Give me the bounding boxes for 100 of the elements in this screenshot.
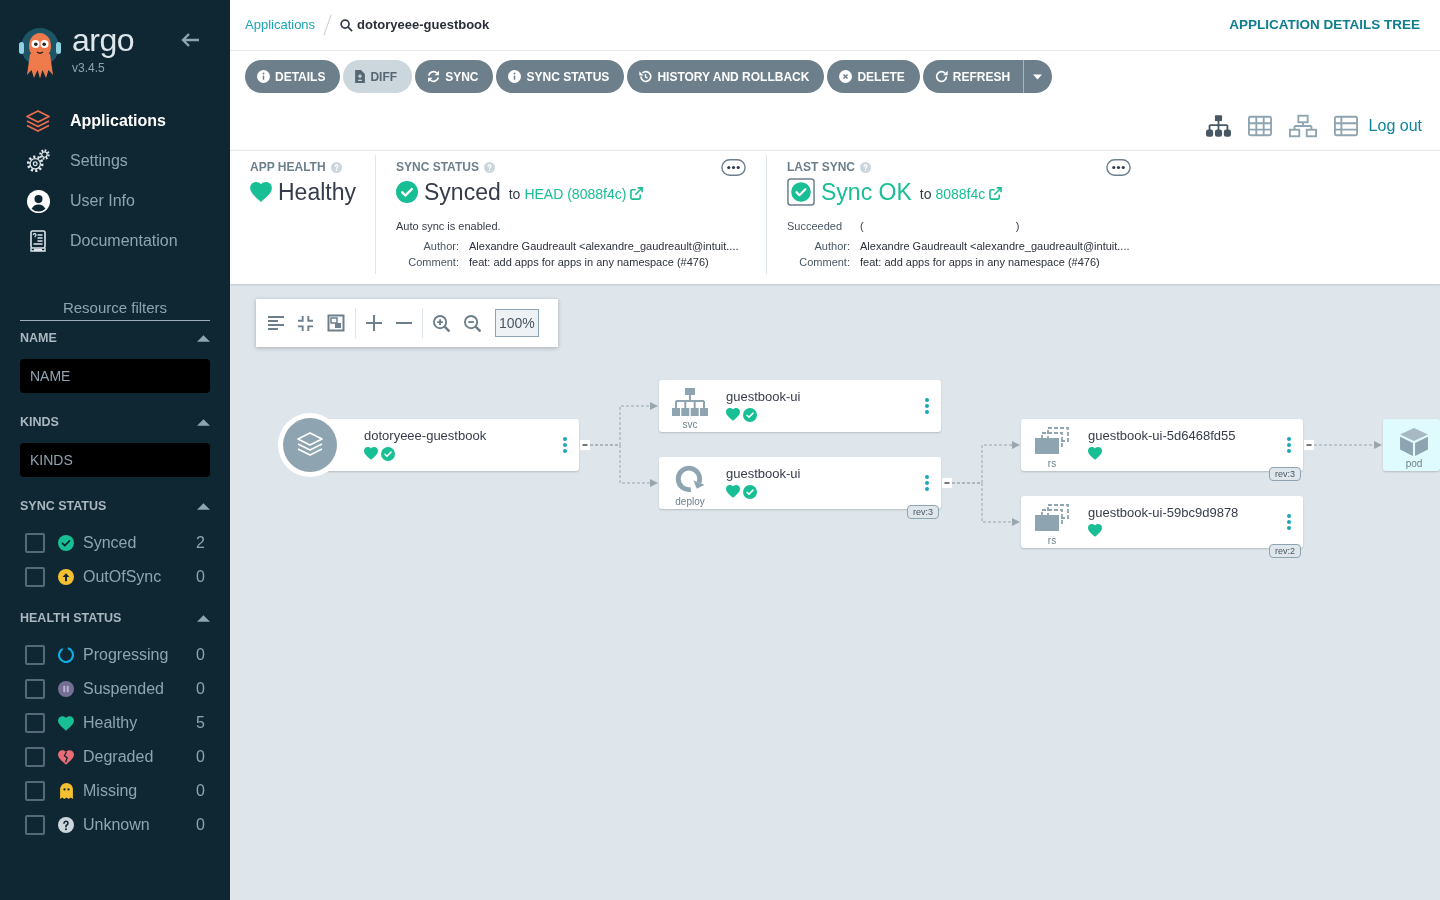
revision-link[interactable]: 8088f4c bbox=[935, 184, 986, 205]
checkbox[interactable] bbox=[25, 713, 45, 733]
count-text: 0 bbox=[196, 747, 205, 767]
sync-status-button[interactable]: SYNC STATUS bbox=[496, 60, 625, 93]
check-circle-icon bbox=[396, 181, 418, 203]
caret-up-icon[interactable] bbox=[197, 614, 210, 622]
sidebar-item[interactable]: Applications bbox=[0, 101, 166, 141]
to-text: to bbox=[508, 185, 521, 204]
more-options-icon[interactable] bbox=[1106, 158, 1131, 176]
sidebar-item[interactable]: Settings bbox=[0, 141, 128, 181]
filter-input-field[interactable]: NAME bbox=[20, 359, 210, 393]
kebab-menu-icon[interactable] bbox=[925, 475, 929, 491]
heart-icon bbox=[1088, 447, 1102, 460]
zoom-in-icon[interactable] bbox=[433, 314, 450, 332]
count-text: 5 bbox=[196, 713, 205, 733]
kebab-menu-icon[interactable] bbox=[563, 437, 567, 453]
checkbox[interactable] bbox=[25, 747, 45, 767]
node-name: guestbook-ui bbox=[726, 466, 802, 481]
dropdown-button[interactable] bbox=[1023, 60, 1053, 93]
compress-icon[interactable] bbox=[298, 315, 313, 331]
caret-up-icon[interactable] bbox=[197, 334, 210, 342]
filter-option-label: Progressing bbox=[83, 645, 169, 665]
detail-value: feat: add apps for apps in any namespace (#476) bbox=[469, 255, 710, 270]
caret-up-icon[interactable] bbox=[197, 502, 210, 510]
circular-arrow-icon bbox=[675, 465, 705, 493]
kebab-menu-icon[interactable] bbox=[1287, 514, 1291, 530]
checkbox[interactable] bbox=[25, 533, 45, 553]
sync-message: Auto sync is enabled. bbox=[396, 220, 501, 232]
checkbox[interactable] bbox=[25, 679, 45, 699]
revision-badge: rev:3 bbox=[1269, 467, 1301, 481]
network-view-icon[interactable] bbox=[1288, 114, 1317, 138]
kebab-menu-icon[interactable] bbox=[1287, 437, 1291, 453]
checkbox[interactable] bbox=[25, 567, 45, 587]
stacked-boxes-icon bbox=[1034, 427, 1070, 455]
sidebar-item[interactable]: Documentation bbox=[0, 221, 178, 261]
ring-icon bbox=[58, 647, 74, 663]
health-status-text: Healthy bbox=[278, 178, 356, 207]
version-text: v3.4.5 bbox=[72, 61, 106, 75]
resource-node[interactable]: pod bbox=[1383, 419, 1440, 471]
logout-link[interactable]: Log out bbox=[1368, 114, 1422, 138]
heart-icon bbox=[250, 182, 272, 202]
external-link-icon[interactable] bbox=[989, 187, 1003, 200]
zoom-level-field[interactable]: 100% bbox=[495, 309, 539, 337]
heart-icon bbox=[726, 408, 740, 421]
tree-view-icon[interactable] bbox=[1205, 115, 1231, 137]
help-icon bbox=[483, 161, 495, 173]
detail-label: Author: bbox=[813, 239, 850, 254]
octopus-logo-icon bbox=[18, 25, 62, 79]
collapse-icon[interactable] bbox=[580, 440, 590, 450]
up-arrow-circle-icon bbox=[58, 569, 74, 585]
checkbox[interactable] bbox=[25, 815, 45, 835]
node-kind-label: deploy bbox=[675, 496, 705, 507]
grid-view-icon[interactable] bbox=[1247, 115, 1272, 137]
resource-node[interactable]: svc guestbook-ui bbox=[659, 380, 941, 432]
node-kind-label: svc bbox=[682, 419, 698, 430]
book-icon bbox=[30, 230, 46, 252]
section-label: LAST SYNC bbox=[787, 159, 855, 176]
details-button[interactable]: DETAILS bbox=[245, 60, 341, 93]
count-text: 0 bbox=[196, 781, 205, 801]
revision-link[interactable]: HEAD (8088f4c) bbox=[524, 184, 627, 205]
sync-icon bbox=[427, 70, 441, 83]
refresh-button[interactable]: REFRESH bbox=[922, 60, 1024, 93]
filter-input-field[interactable]: KINDS bbox=[20, 443, 210, 477]
sidebar-item[interactable]: User Info bbox=[0, 181, 135, 221]
filter-option-label: Synced bbox=[83, 533, 137, 553]
history-button[interactable]: HISTORY AND ROLLBACK bbox=[627, 60, 825, 93]
sync-button[interactable]: SYNC bbox=[415, 60, 494, 93]
file-icon bbox=[355, 70, 366, 83]
checkbox[interactable] bbox=[25, 645, 45, 665]
external-link-icon[interactable] bbox=[630, 187, 644, 200]
align-left-icon[interactable] bbox=[268, 316, 284, 330]
caret-up-icon[interactable] bbox=[197, 418, 210, 426]
heart-icon bbox=[726, 485, 740, 498]
check-circle-icon bbox=[381, 447, 395, 461]
sitemap-icon bbox=[672, 388, 708, 416]
check-circle-icon bbox=[743, 485, 757, 499]
bracket-text: ( bbox=[860, 219, 864, 233]
more-options-icon[interactable] bbox=[721, 158, 746, 176]
kebab-menu-icon[interactable] bbox=[925, 398, 929, 414]
detail-label: Comment: bbox=[407, 255, 459, 270]
delete-button[interactable]: DELETE bbox=[827, 60, 920, 93]
detail-value: Alexandre Gaudreault <alexandre_gaudreault@intuit.... bbox=[469, 239, 740, 254]
fit-screen-icon[interactable] bbox=[327, 314, 345, 332]
filter-option-label: Missing bbox=[83, 781, 138, 801]
zoom-out-icon[interactable] bbox=[464, 314, 481, 332]
boxed-check-icon bbox=[787, 178, 815, 206]
back-arrow-icon[interactable] bbox=[180, 32, 200, 48]
detail-label: Comment: bbox=[798, 255, 850, 270]
filter-group-label: SYNC STATUS bbox=[20, 497, 107, 515]
checkbox[interactable] bbox=[25, 781, 45, 801]
filter-option-label: OutOfSync bbox=[83, 567, 162, 587]
filter-group-label: NAME bbox=[20, 329, 57, 347]
collapse-icon[interactable] bbox=[942, 478, 952, 488]
plus-icon[interactable] bbox=[366, 315, 382, 331]
revision-badge: rev:3 bbox=[907, 505, 939, 519]
list-view-icon[interactable] bbox=[1333, 115, 1358, 137]
filter-option-label: Degraded bbox=[83, 747, 154, 767]
collapse-icon[interactable] bbox=[1304, 440, 1314, 450]
connector-arrow bbox=[589, 444, 658, 487]
breadcrumb-link[interactable]: Applications bbox=[245, 15, 316, 35]
